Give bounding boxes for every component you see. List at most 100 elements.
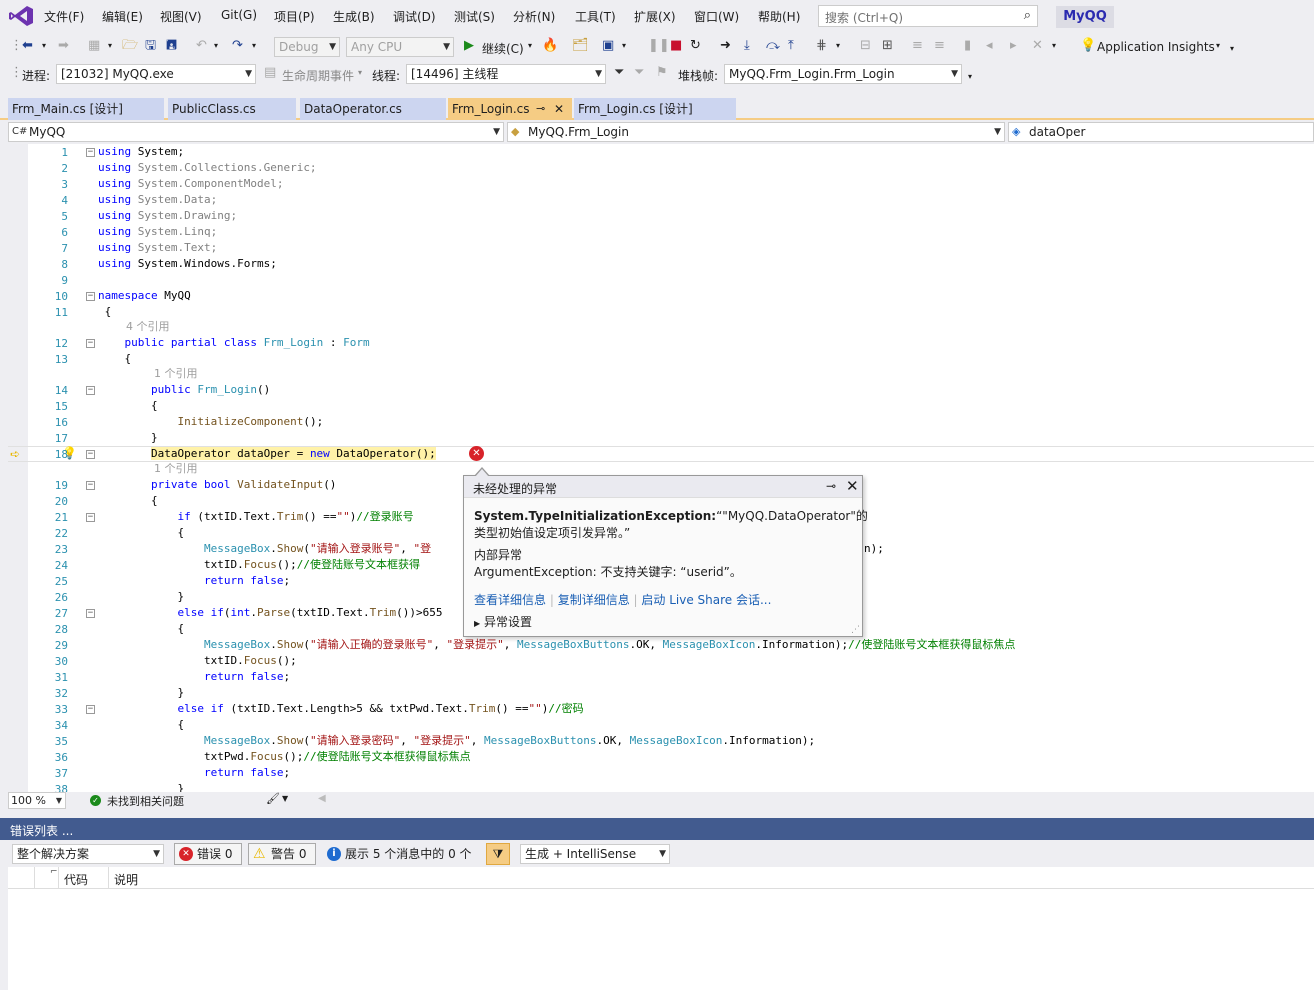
lifecycle-events-button[interactable]: 生命周期事件 <box>282 67 354 84</box>
code-editor[interactable]: ➪ 💡 1 2 3 4 5 6 7 8 9 10 11 12 13 14 15 … <box>8 144 1314 792</box>
screenshot-dropdown-icon[interactable]: ▾ <box>622 38 626 54</box>
stack-frame-select[interactable]: MyQQ.Frm_Login.Frm_Login ▼ <box>724 64 962 84</box>
filter-toggle-icon[interactable]: ⏷ <box>634 65 644 81</box>
code-cleanup-brush-icon[interactable]: 🖌 <box>266 792 280 805</box>
pin-icon[interactable]: ⊸ <box>826 479 836 493</box>
undo-icon[interactable]: ↶ <box>196 38 207 54</box>
menu-edit[interactable]: 编辑(E) <box>102 8 143 25</box>
column-header-description[interactable]: 说明 <box>114 871 138 888</box>
save-all-icon[interactable]: 🖪 <box>166 38 177 54</box>
messages-filter-button[interactable]: i 展示 5 个消息中的 0 个 <box>322 843 478 865</box>
collapse-region-icon[interactable]: − <box>86 705 95 714</box>
column-header-code[interactable]: 代码 <box>64 871 88 888</box>
cleanup-dropdown-icon[interactable]: ▼ <box>282 794 288 803</box>
menu-git[interactable]: Git(G) <box>221 8 257 22</box>
collapse-region-icon[interactable]: − <box>86 148 95 157</box>
menu-help[interactable]: 帮助(H) <box>758 8 800 25</box>
bookmark-left-icon[interactable]: ⊟ <box>860 38 871 54</box>
menu-extensions[interactable]: 扩展(X) <box>634 8 676 25</box>
zoom-select[interactable]: 100 % ▼ <box>8 792 66 809</box>
issues-status[interactable]: 未找到相关问题 <box>107 793 184 809</box>
browse-folder-icon[interactable]: 🗂 <box>572 38 589 54</box>
menu-view[interactable]: 视图(V) <box>160 8 202 25</box>
codelens-references[interactable]: 1 个引用 <box>154 366 198 382</box>
continue-dropdown-icon[interactable]: ▾ <box>528 38 532 54</box>
menu-window[interactable]: 窗口(W) <box>694 8 739 25</box>
application-insights-button[interactable]: Application Insights <box>1097 40 1215 54</box>
tab-frm-main-design[interactable]: Frm_Main.cs [设计] <box>8 98 164 120</box>
break-all-icon[interactable]: ❚❚ <box>648 38 670 54</box>
tab-dataoperator[interactable]: DataOperator.cs <box>300 98 446 120</box>
collapse-region-icon[interactable]: − <box>86 386 95 395</box>
new-project-icon[interactable]: ▦ <box>88 38 100 54</box>
bookmark-icon[interactable]: ▮ <box>964 38 971 54</box>
redo-icon[interactable]: ↷ <box>232 38 243 54</box>
hex-display-icon[interactable]: ⋕ <box>816 38 827 54</box>
filter-icon[interactable]: ⏷ <box>614 65 624 81</box>
codelens-references[interactable]: 1 个引用 <box>154 461 198 477</box>
process-select[interactable]: [21032] MyQQ.exe ▼ <box>56 64 256 84</box>
new-dropdown-icon[interactable]: ▾ <box>108 38 112 54</box>
continue-play-icon[interactable]: ▶ <box>464 38 474 54</box>
toolbar-overflow-icon[interactable]: ▾ <box>968 69 972 85</box>
menu-test[interactable]: 测试(S) <box>454 8 495 25</box>
collapse-region-icon[interactable]: − <box>86 450 95 459</box>
indent-icon[interactable]: ≡ <box>934 38 945 54</box>
menu-analyze[interactable]: 分析(N) <box>513 8 555 25</box>
collapse-region-icon[interactable]: − <box>86 481 95 490</box>
lifecycle-dropdown-icon[interactable]: ▾ <box>358 65 362 81</box>
pin-icon[interactable]: ⊸ <box>536 98 545 120</box>
tab-publicclass[interactable]: PublicClass.cs <box>168 98 296 120</box>
flag-threads-icon[interactable]: ⚑ <box>656 65 668 81</box>
view-details-link[interactable]: 查看详细信息 <box>474 593 546 607</box>
copy-details-link[interactable]: 复制详细信息 <box>558 593 630 607</box>
prev-bookmark-icon[interactable]: ◂ <box>986 38 993 54</box>
open-folder-icon[interactable]: 🗁 <box>122 38 138 54</box>
collapse-region-icon[interactable]: − <box>86 609 95 618</box>
tab-frm-login[interactable]: Frm_Login.cs ⊸ ✕ <box>448 98 572 120</box>
close-icon[interactable]: ✕ <box>846 477 859 495</box>
application-insights-icon[interactable]: 💡 <box>1080 38 1096 54</box>
exception-error-icon[interactable]: ✕ <box>469 446 484 461</box>
menu-build[interactable]: 生成(B) <box>333 8 375 25</box>
start-live-share-link[interactable]: 启动 Live Share 会话... <box>641 593 771 607</box>
save-icon[interactable]: 🖫 <box>145 38 156 54</box>
warnings-filter-button[interactable]: ⚠ 警告 0 <box>248 843 316 865</box>
redo-dropdown-icon[interactable]: ▾ <box>252 38 256 54</box>
comment-icon[interactable]: ⊞ <box>882 38 893 54</box>
outdent-icon[interactable]: ≡ <box>912 38 923 54</box>
error-source-select[interactable]: 生成 + IntelliSense ▼ <box>520 844 670 864</box>
solution-configuration-select[interactable]: Debug ▼ <box>274 37 340 57</box>
search-input[interactable]: 搜索 (Ctrl+Q) ⌕ <box>818 5 1038 27</box>
codelens-references[interactable]: 4 个引用 <box>126 319 170 335</box>
navigate-forward-icon[interactable]: ➡ <box>58 38 69 54</box>
step-into-icon[interactable]: ⤓ <box>744 38 750 54</box>
toolbar-overflow-icon[interactable]: ▾ <box>1230 41 1234 57</box>
menu-tools[interactable]: 工具(T) <box>575 8 616 25</box>
exception-settings-toggle[interactable]: ▶ 异常设置 <box>474 613 532 630</box>
collapse-region-icon[interactable]: − <box>86 339 95 348</box>
continue-button[interactable]: 继续(C) <box>482 40 524 57</box>
thread-select[interactable]: [14496] 主线程 ▼ <box>406 64 606 84</box>
tab-frm-login-design[interactable]: Frm_Login.cs [设计] <box>574 98 736 120</box>
undo-dropdown-icon[interactable]: ▾ <box>214 38 218 54</box>
close-tab-icon[interactable]: ✕ <box>554 98 564 120</box>
show-next-statement-icon[interactable]: ➜ <box>720 38 731 54</box>
clear-bookmarks-icon[interactable]: ✕ <box>1032 38 1043 54</box>
lifecycle-events-icon[interactable]: ▤ <box>264 65 276 81</box>
collapse-region-icon[interactable]: − <box>86 292 95 301</box>
back-dropdown-icon[interactable]: ▾ <box>42 38 46 54</box>
app-insights-dropdown-icon[interactable]: ▾ <box>1216 38 1220 54</box>
hot-reload-flame-icon[interactable]: 🔥 <box>542 38 558 54</box>
screenshot-icon[interactable]: ▣ <box>602 38 614 54</box>
step-out-icon[interactable]: ⤒ <box>788 38 794 54</box>
navigate-back-icon[interactable]: ⬅ <box>22 38 33 54</box>
hex-dropdown-icon[interactable]: ▾ <box>836 38 840 54</box>
error-scope-select[interactable]: 整个解决方案 ▼ <box>12 844 164 864</box>
menu-project[interactable]: 项目(P) <box>274 8 315 25</box>
solution-platform-select[interactable]: Any CPU ▼ <box>346 37 454 57</box>
member-select[interactable]: ◈ dataOper <box>1008 122 1314 142</box>
errors-filter-button[interactable]: ✕ 错误 0 <box>174 843 242 865</box>
menu-file[interactable]: 文件(F) <box>44 8 84 25</box>
resize-grip-icon[interactable]: ⋰ <box>851 625 860 635</box>
